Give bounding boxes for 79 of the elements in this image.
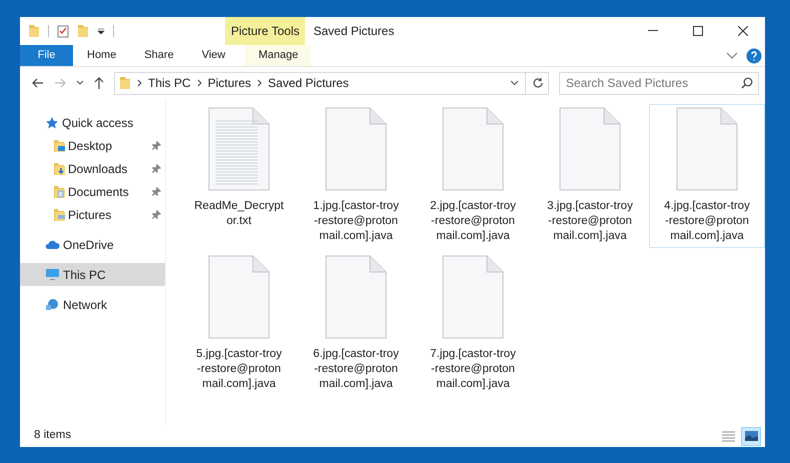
blank-document-icon: [208, 255, 270, 339]
blank-document-icon: [559, 107, 621, 191]
blank-document-icon: [442, 107, 504, 191]
chevron-right-icon: [196, 79, 202, 87]
close-icon: [738, 26, 748, 36]
nav-item[interactable]: This PC: [20, 263, 165, 286]
breadcrumb[interactable]: Pictures: [208, 74, 252, 92]
pin-icon[interactable]: [152, 164, 161, 173]
nav-item[interactable]: OneDrive: [20, 233, 165, 256]
file-item[interactable]: 2.jpg.[castor-troy -restore@proton mail.com].java: [415, 104, 531, 248]
help-icon[interactable]: [746, 48, 762, 64]
picture-folder-icon: [53, 208, 66, 222]
file-item[interactable]: 7.jpg.[castor-troy -restore@proton mail.com].java: [415, 252, 531, 396]
new-folder-icon: [77, 24, 89, 38]
breadcrumb[interactable]: Saved Pictures: [268, 74, 349, 92]
ribbon-tab[interactable]: View: [188, 45, 240, 66]
chevron-right-icon: [257, 79, 262, 87]
file-name: 3.jpg.[castor-troy -restore@proton mail.com].java: [547, 199, 633, 244]
file-name: 5.jpg.[castor-troy -restore@proton mail.com].java: [196, 347, 282, 392]
minimize-icon: [648, 30, 658, 32]
up-arrow-icon[interactable]: [94, 77, 104, 89]
item-count: 8 items: [34, 428, 72, 444]
search-icon[interactable]: [741, 76, 753, 88]
monitor-icon: [45, 268, 60, 281]
properties-icon[interactable]: [57, 24, 69, 38]
text-document-icon: [208, 107, 270, 191]
star-icon: [45, 116, 59, 130]
file-item[interactable]: ReadMe_Decrypt or.txt: [181, 104, 297, 248]
file-item[interactable]: 6.jpg.[castor-troy -restore@proton mail.com].java: [298, 252, 414, 396]
file-name: 7.jpg.[castor-troy -restore@proton mail.com].java: [430, 347, 516, 392]
file-name: 4.jpg.[castor-troy -restore@proton mail.com].java: [664, 199, 750, 244]
pin-icon[interactable]: [152, 141, 161, 150]
refresh-icon[interactable]: [532, 77, 544, 89]
address-bar[interactable]: This PC Pictures Saved Pictures: [114, 72, 549, 94]
blank-document-icon: [442, 255, 504, 339]
ribbon-tab[interactable]: Manage: [245, 45, 312, 66]
desktop-folder-icon: [53, 138, 66, 152]
file-name: 1.jpg.[castor-troy -restore@proton mail.com].java: [313, 199, 399, 244]
thumbnail-icon: [744, 431, 758, 441]
chevron-right-icon: [137, 79, 142, 87]
breadcrumb[interactable]: This PC: [148, 74, 191, 92]
nav-item[interactable]: Desktop: [20, 134, 165, 157]
large-icons-view-button[interactable]: [741, 426, 761, 446]
download-folder-icon: [53, 162, 66, 176]
document-folder-icon: [53, 184, 66, 198]
nav-item[interactable]: Pictures: [20, 203, 165, 226]
context-tab-header: Picture Tools: [225, 17, 306, 45]
file-item[interactable]: 3.jpg.[castor-troy -restore@proton mail.com].java: [532, 104, 648, 248]
file-name: 2.jpg.[castor-troy -restore@proton mail.com].java: [430, 199, 516, 244]
window-title: Saved Pictures: [313, 23, 394, 40]
ribbon-tab[interactable]: Home: [73, 45, 130, 66]
blank-document-icon: [676, 107, 738, 191]
chevron-down-icon[interactable]: [726, 52, 738, 60]
ribbon-tab[interactable]: Share: [130, 45, 188, 66]
file-item[interactable]: 4.jpg.[castor-troy -restore@proton mail.com].java: [649, 104, 765, 248]
nav-item[interactable]: Network: [20, 293, 165, 316]
folder-icon: [119, 76, 131, 90]
blank-document-icon: [325, 255, 387, 339]
search-field[interactable]: Search Saved Pictures: [559, 72, 759, 94]
nav-item[interactable]: Quick access: [20, 111, 165, 134]
nav-item[interactable]: Documents: [20, 180, 165, 203]
chevron-down-icon[interactable]: [510, 80, 519, 86]
ribbon-tab[interactable]: File: [20, 45, 73, 66]
file-item[interactable]: 5.jpg.[castor-troy -restore@proton mail.com].java: [181, 252, 297, 396]
network-icon: [45, 298, 60, 311]
list-icon: [722, 430, 734, 442]
file-name: ReadMe_Decrypt or.txt: [194, 199, 284, 229]
file-name: 6.jpg.[castor-troy -restore@proton mail.com].java: [313, 347, 399, 392]
file-item[interactable]: 1.jpg.[castor-troy -restore@proton mail.com].java: [298, 104, 414, 248]
back-arrow-icon[interactable]: [32, 78, 44, 88]
maximize-icon: [692, 26, 702, 36]
pin-icon[interactable]: [152, 210, 161, 219]
blank-document-icon: [325, 107, 387, 191]
pin-icon[interactable]: [152, 187, 161, 196]
nav-item[interactable]: Downloads: [20, 157, 165, 180]
cloud-icon: [45, 240, 60, 250]
dropdown-icon[interactable]: [97, 27, 105, 35]
chevron-down-icon[interactable]: [76, 80, 84, 86]
folder-icon: [28, 24, 40, 38]
